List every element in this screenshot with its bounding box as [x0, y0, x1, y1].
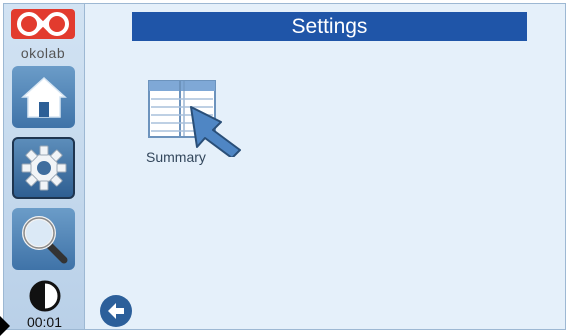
sidebar: okolab 00:01: [4, 4, 85, 329]
back-arrow-icon: [100, 295, 132, 327]
logo-text: okolab: [20, 45, 66, 61]
clock-text: 00:01: [26, 314, 63, 330]
elapsed-time: 00:01: [4, 276, 85, 330]
okolab-logo-mark: [11, 9, 75, 39]
sidebar-item-home[interactable]: [12, 66, 75, 128]
page-title: Settings: [291, 14, 368, 38]
sidebar-item-search[interactable]: [12, 208, 75, 270]
tile-label: Summary: [146, 149, 206, 165]
table-icon: [148, 80, 241, 159]
summary-tile[interactable]: Summary: [139, 79, 249, 174]
corner-marker: [0, 316, 10, 336]
app-window: okolab 00:01 Settings Summary: [3, 3, 566, 330]
brand-logo: okolab: [9, 7, 77, 63]
page-title-bar: Settings: [132, 12, 527, 41]
half-circle-icon: [29, 280, 60, 312]
magnifier-icon: [21, 216, 67, 264]
home-icon: [20, 76, 67, 118]
sidebar-item-settings[interactable]: [12, 137, 75, 199]
gear-icon: [21, 145, 66, 191]
back-button[interactable]: [99, 294, 133, 328]
